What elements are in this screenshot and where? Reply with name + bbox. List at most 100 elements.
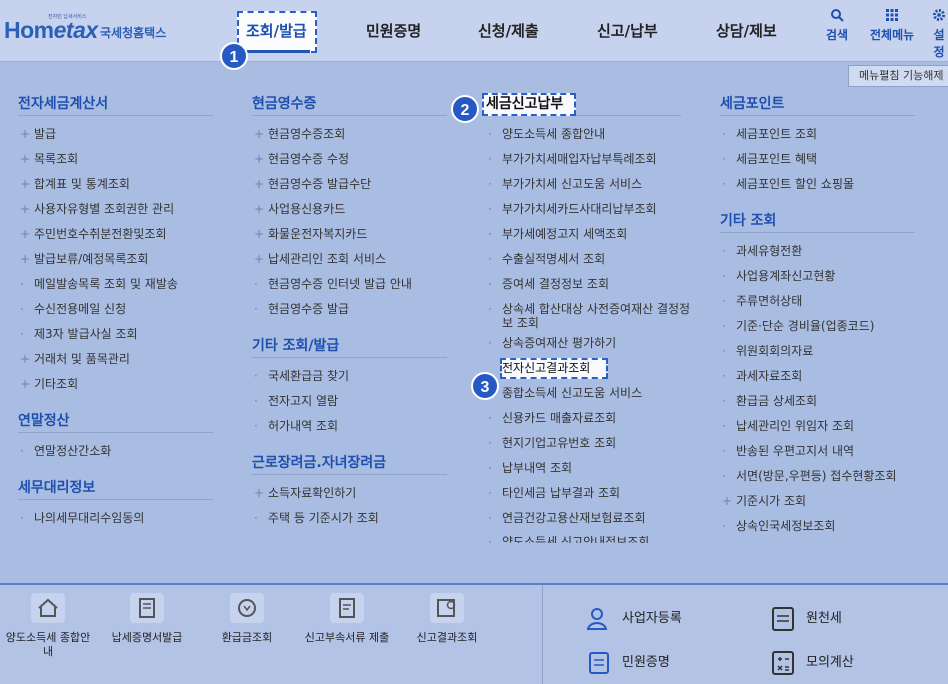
bullet-icon: ·	[722, 319, 726, 333]
menu-item[interactable]: + 주민번호수취분전환및조회	[18, 222, 213, 247]
category-year-end-settlement[interactable]: 연말정산	[18, 409, 213, 433]
menu-item[interactable]: + 사용자유형별 조회권한 관리	[18, 197, 213, 222]
menu-item[interactable]: + 거래처 및 품목관리	[18, 347, 213, 372]
menu-item[interactable]: + 현금영수증 발급수단	[252, 172, 447, 197]
menu-item[interactable]: · 전자고지 열람	[252, 389, 447, 414]
bullet-icon: ·	[254, 419, 258, 433]
bullet-icon: ·	[488, 152, 492, 166]
settings-button[interactable]: 설정	[930, 8, 948, 60]
menu-item[interactable]: + 사업용신용카드	[252, 197, 447, 222]
step-badge-3: 3	[471, 372, 499, 400]
category-e-tax-invoice[interactable]: 전자세금계산서	[18, 92, 213, 116]
menu-item[interactable]: · 세금포인트 조회	[720, 122, 915, 147]
category-earned-income-incentive[interactable]: 근로장려금.자녀장려금	[252, 451, 447, 475]
menu-item[interactable]: · 연말정산간소화	[18, 439, 213, 464]
menu-item[interactable]: ·종합소득세 신고도움 서비스	[486, 381, 701, 406]
menu-item[interactable]: · 서면(방문,우편등) 접수현황조회	[720, 464, 915, 489]
category-other-inquiry[interactable]: 기타 조회	[720, 209, 915, 233]
menu-item[interactable]: · 부가세예정고지 세액조회	[486, 222, 701, 247]
menu-item[interactable]: · 제3자 발급사실 조회	[18, 322, 213, 347]
bullet-icon: ·	[488, 511, 492, 525]
menu-item[interactable]: + 화물운전자복지카드	[252, 222, 447, 247]
menu-item[interactable]: · 나의세무대리수임동의	[18, 506, 213, 531]
menu-item[interactable]: + 목록조회	[18, 147, 213, 172]
menu-item[interactable]: · 납부내역 조회	[486, 456, 701, 481]
menu-item[interactable]: · 환급금 상세조회	[720, 389, 915, 414]
category-cash-receipt[interactable]: 현금영수증	[252, 92, 447, 116]
menu-item[interactable]: · 세금포인트 할인 쇼핑몰	[720, 172, 915, 197]
menu-item[interactable]: + 발급	[18, 122, 213, 147]
category-tax-agent-info[interactable]: 세무대리정보	[18, 476, 213, 500]
menu-item[interactable]: · 수신전용메일 신청	[18, 297, 213, 322]
menu-item[interactable]: + 발급보류/예정목록조회	[18, 247, 213, 272]
menu-item[interactable]: · 메일발송목록 조회 및 재발송	[18, 272, 213, 297]
menu-item[interactable]: · 연금건강고용산재보험료조회	[486, 506, 701, 531]
menu-item[interactable]: · 현지기업고유번호 조회	[486, 431, 701, 456]
nav-apply-submit[interactable]: 신청/제출	[478, 20, 539, 41]
plus-icon: +	[254, 486, 265, 500]
menu-item[interactable]: · 위원회회의자료	[720, 339, 915, 364]
nav-consult-report[interactable]: 상담/제보	[716, 20, 777, 41]
plus-icon: +	[20, 127, 31, 141]
menu-item[interactable]: · 양도소득세 종합안내	[486, 122, 701, 147]
nav-certificate[interactable]: 민원증명	[366, 20, 421, 41]
hometax-logo[interactable]: 전자민 납세서비스 Hometax 국세청홈택스	[4, 10, 194, 50]
menu-item[interactable]: · 현금영수증 발급	[252, 297, 447, 322]
menu-item[interactable]: · 주택 등 기준시가 조회	[252, 506, 447, 531]
bullet-icon: ·	[722, 269, 726, 283]
nav-inquiry-issue[interactable]: 조회/발급	[246, 20, 307, 41]
menu-expand-toggle-button[interactable]: 메뉴펼침 기능해제	[848, 65, 948, 87]
bullet-icon: ·	[722, 294, 726, 308]
bullet-icon: ·	[254, 369, 258, 383]
menu-item[interactable]: · 세금포인트 혜택	[720, 147, 915, 172]
menu-item[interactable]: · 현금영수증 인터넷 발급 안내	[252, 272, 447, 297]
menu-item[interactable]: · 허가내역 조회	[252, 414, 447, 439]
quick-tax-certificate[interactable]: 납세증명서발급	[102, 593, 192, 645]
menu-item[interactable]: · 국세환급금 찾기	[252, 364, 447, 389]
category-other-inquiry-issue[interactable]: 기타 조회/발급	[252, 334, 447, 358]
menu-item[interactable]: · 부가가치세카드사대리납부조회	[486, 197, 701, 222]
menu-item[interactable]: + 기준시가 조회	[720, 489, 915, 514]
category-tax-point[interactable]: 세금포인트	[720, 92, 915, 116]
quick-business-registration[interactable]: 사업자등록	[586, 605, 682, 633]
quick-refund-inquiry[interactable]: 환급금조회	[202, 593, 292, 645]
document-search-icon	[430, 593, 464, 623]
all-menu-button[interactable]: 전체메뉴	[870, 8, 914, 43]
nav-report-pay[interactable]: 신고/납부	[597, 20, 658, 41]
menu-item[interactable]: · 납세관리인 위임자 조회	[720, 414, 915, 439]
category-tax-report-payment[interactable]: 세금신고납부	[482, 92, 681, 116]
menu-item[interactable]: · 기준·단순 경비율(업종코드)	[720, 314, 915, 339]
quick-attachment-submit[interactable]: 신고부속서류 제출	[302, 593, 392, 645]
menu-item[interactable]: + 현금영수증 수정	[252, 147, 447, 172]
menu-item[interactable]: · 증여세 결정정보 조회	[486, 272, 701, 297]
menu-item[interactable]: · 신용카드 매출자료조회	[486, 406, 701, 431]
quick-mock-calculation[interactable]: 모의계산	[770, 649, 854, 677]
menu-item[interactable]: · 양도소득세 신고안내정보조회	[486, 531, 701, 543]
menu-item[interactable]: + 합계표 및 통계조회	[18, 172, 213, 197]
menu-item[interactable]: · 상속인국세정보조회	[720, 514, 915, 539]
logo-brand: Hometax	[4, 17, 98, 43]
menu-item[interactable]: + 기타조회	[18, 372, 213, 397]
menu-item[interactable]: · 부가가치세매입자납부특례조회	[486, 147, 701, 172]
menu-item[interactable]: + 현금영수증조회	[252, 122, 447, 147]
menu-item[interactable]: + 납세관리인 조회 서비스	[252, 247, 447, 272]
menu-item[interactable]: · 과세자료조회	[720, 364, 915, 389]
menu-item-e-report-result[interactable]: 전자신고결과조회	[486, 356, 701, 381]
search-button[interactable]: 검색	[826, 8, 848, 43]
menu-item[interactable]: · 과세유형전환	[720, 239, 915, 264]
menu-item[interactable]: · 상속증여재산 평가하기	[486, 331, 701, 356]
nav-active-underline	[246, 50, 310, 53]
menu-item[interactable]: · 주류면허상태	[720, 289, 915, 314]
menu-item[interactable]: · 부가가치세 신고도움 서비스	[486, 172, 701, 197]
menu-item[interactable]: · 사업용계좌신고현황	[720, 264, 915, 289]
menu-item[interactable]: · 수출실적명세서 조회	[486, 247, 701, 272]
quick-report-result[interactable]: 신고결과조회	[402, 593, 492, 645]
quick-transfer-income-guide[interactable]: 양도소득세 종합안내	[3, 593, 93, 659]
menu-item[interactable]: · 타인세금 납부결과 조회	[486, 481, 701, 506]
menu-item[interactable]: · 반송된 우편고지서 내역	[720, 439, 915, 464]
quick-withholding-tax[interactable]: 원천세	[770, 605, 842, 633]
menu-item[interactable]: + 소득자료확인하기	[252, 481, 447, 506]
plus-icon: +	[254, 202, 265, 216]
quick-civil-certificate[interactable]: 민원증명	[586, 649, 670, 677]
menu-item[interactable]: · 상속세 합산대상 사전증여재산 결정정보 조회	[486, 297, 701, 331]
